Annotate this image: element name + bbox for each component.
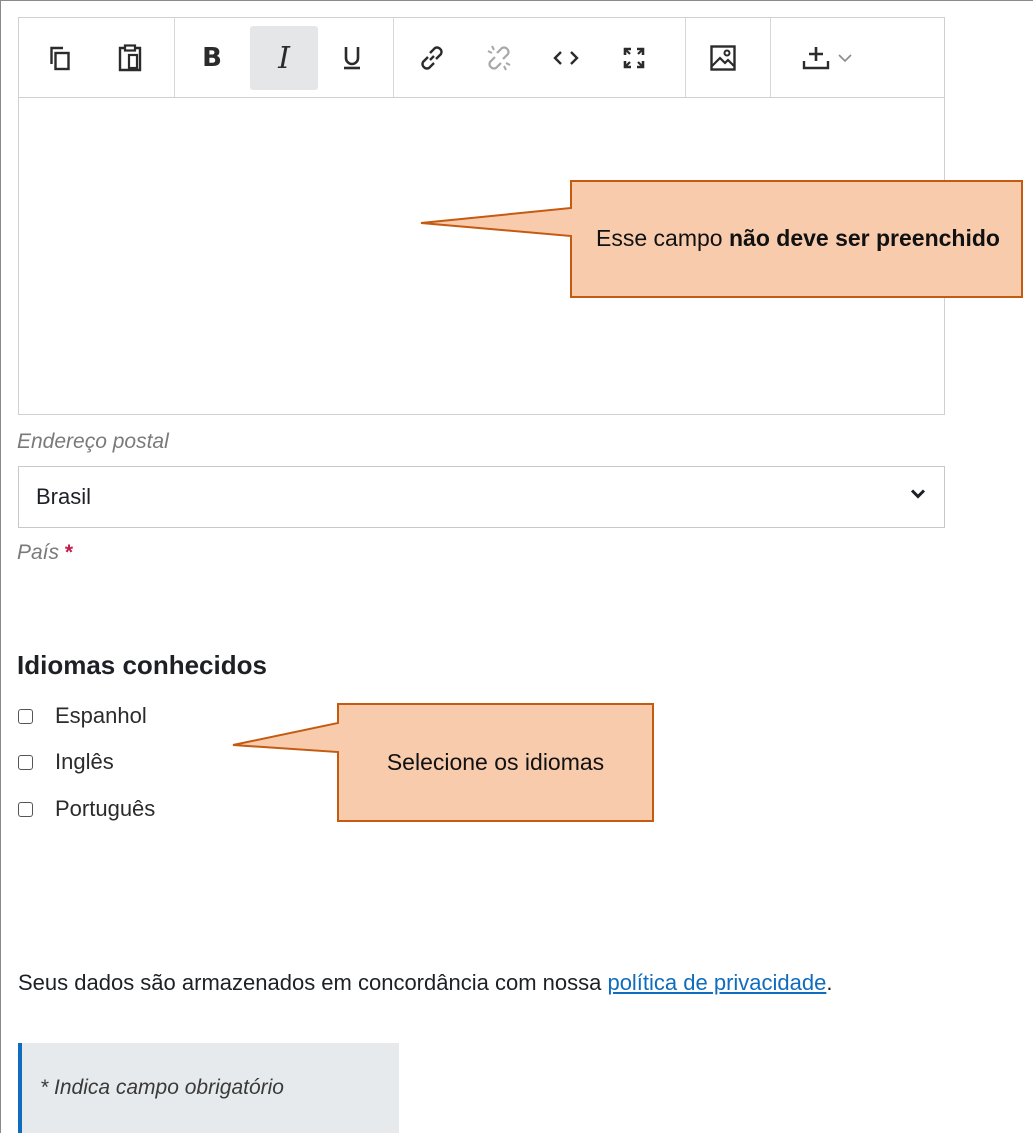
languages-callout-shape [232,703,654,822]
languages-callout: Selecione os idiomas [340,706,651,819]
languages-callout-text: Selecione os idiomas [386,748,605,775]
required-note: * Indica campo obrigatório [18,1043,399,1133]
privacy-text: Seus dados são armazenados em concordânc… [18,970,608,995]
privacy-policy-link[interactable]: política de privacidade [607,970,826,995]
required-note-text: * Indica campo obrigatório [40,1076,284,1099]
privacy-notice: Seus dados são armazenados em concordânc… [18,970,833,996]
privacy-suffix: . [826,970,833,995]
